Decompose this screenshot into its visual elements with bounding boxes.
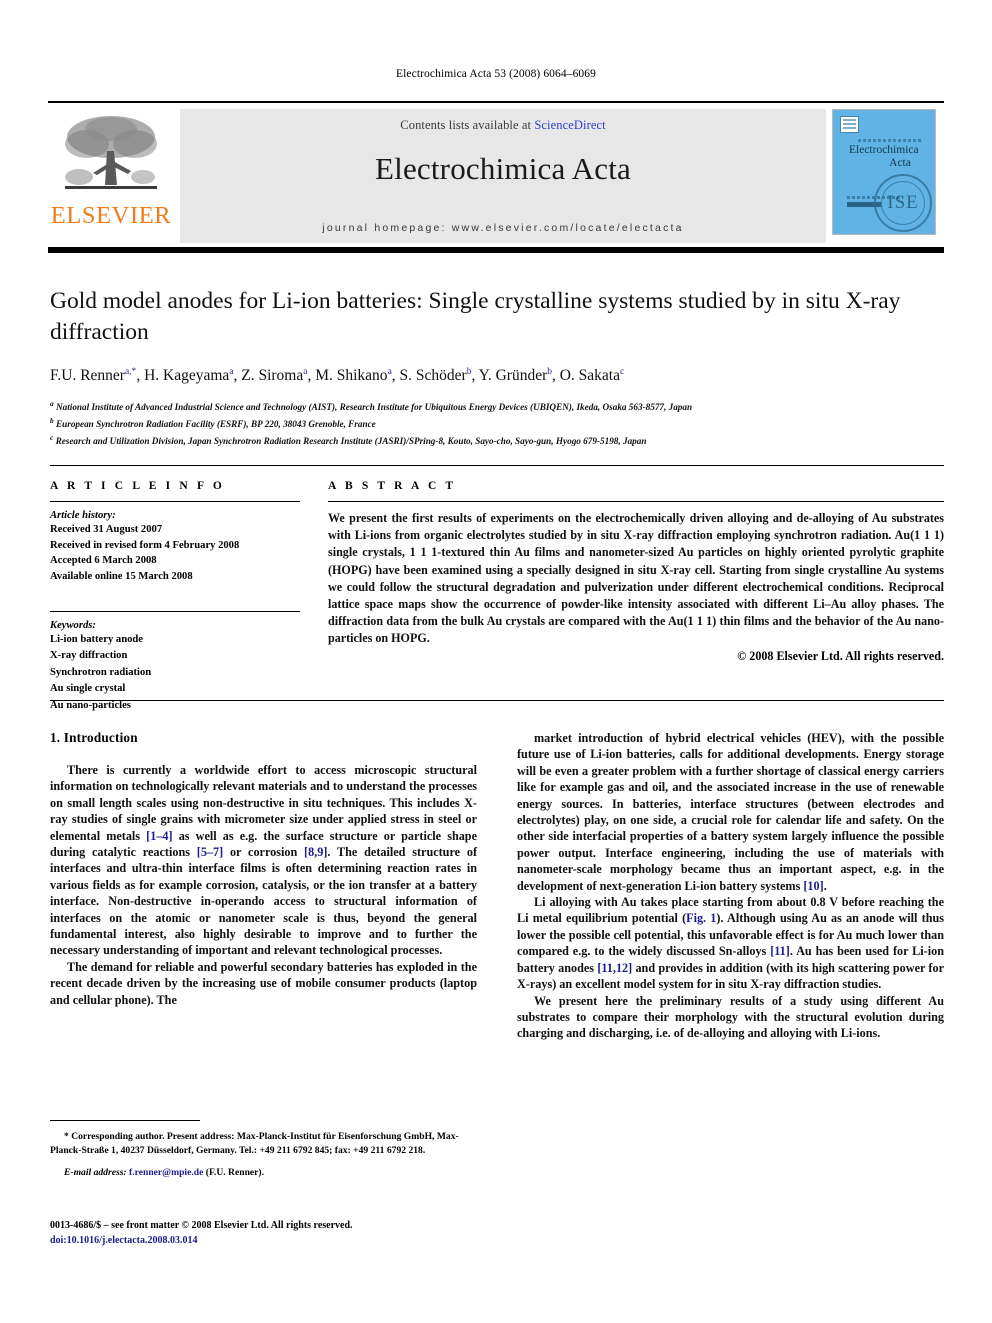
author-name: H. Kageyama xyxy=(144,367,230,385)
keyword-item: X-ray diffraction xyxy=(50,650,128,662)
abstract-column: A B S T R A C T We present the first res… xyxy=(328,480,944,714)
author-affiliation-marker: a,* xyxy=(124,367,137,378)
keyword-item: Synchrotron radiation xyxy=(50,666,152,678)
article-history-item: Available online 15 March 2008 xyxy=(50,571,193,583)
imprint-block: 0013-4686/$ – see front matter © 2008 El… xyxy=(50,1218,520,1248)
keywords-label: Keywords: xyxy=(50,619,96,631)
footnote-rule xyxy=(50,1120,200,1121)
journal-masthead: ELSEVIER Contents lists available at Sci… xyxy=(48,101,944,253)
journal-cover-image: Electrochimica Acta xyxy=(832,109,936,235)
article-info-heading: A R T I C L E I N F O xyxy=(50,480,225,492)
elsevier-tree-icon xyxy=(65,116,157,189)
author-affiliation-marker: c xyxy=(620,367,625,378)
keywords-rule xyxy=(50,610,300,612)
sciencedirect-link[interactable]: ScienceDirect xyxy=(534,118,605,132)
citation-link[interactable]: [5–7] xyxy=(197,845,223,859)
doi-line[interactable]: doi:10.1016/j.electacta.2008.03.014 xyxy=(50,1233,520,1248)
body-paragraph: There is currently a worldwide effort to… xyxy=(50,763,478,958)
affiliation-list: a National Institute of Advanced Industr… xyxy=(50,398,944,449)
journal-cover-block: Electrochimica Acta xyxy=(832,109,944,243)
author-affiliation-marker: a xyxy=(303,367,308,378)
section-heading-introduction: 1. Introduction xyxy=(50,730,138,745)
masthead-center-band: Contents lists available at ScienceDirec… xyxy=(180,109,826,243)
citation-link[interactable]: [11] xyxy=(770,944,790,958)
body-column-left: 1. Introduction There is currently a wor… xyxy=(50,730,477,1290)
affiliation-marker: b xyxy=(50,416,54,426)
cover-rule-decoration xyxy=(858,139,922,142)
citation-link[interactable]: [1–4] xyxy=(146,829,172,843)
journal-title: Electrochimica Acta xyxy=(375,151,631,186)
email-note: E-mail address: f.renner@mpie.de (F.U. R… xyxy=(50,1166,477,1180)
abstract-text: We present the first results of experime… xyxy=(328,511,944,646)
page-title: Gold model anodes for Li-ion batteries: … xyxy=(50,288,901,346)
author-name: Z. Siroma xyxy=(241,367,304,385)
contents-prefix: Contents lists available at xyxy=(400,118,535,132)
corresponding-author-note: * Corresponding author. Present address:… xyxy=(50,1131,459,1156)
abstract-rule xyxy=(328,501,944,502)
left-paragraphs: There is currently a worldwide effort to… xyxy=(50,762,477,1008)
author-affiliation-marker: a xyxy=(229,367,234,378)
cover-title-line2: Acta xyxy=(889,156,911,169)
body-column-right: market introduction of hybrid electrical… xyxy=(517,730,944,1290)
footnote-block: * Corresponding author. Present address:… xyxy=(50,1120,477,1189)
author-name: O. Sakata xyxy=(559,367,620,385)
article-info-rule xyxy=(50,501,300,502)
affiliation-line: c Research and Utilization Division, Jap… xyxy=(50,433,647,447)
elsevier-wordmark: ELSEVIER xyxy=(50,202,172,229)
affiliation-marker: a xyxy=(50,399,54,409)
citation-link[interactable]: [11,12] xyxy=(597,961,632,975)
keywords-lines: Li-ion battery anode X-ray diffraction Syn… xyxy=(50,632,300,715)
cover-title: Electrochimica Acta xyxy=(849,144,933,170)
article-history-label: Article history: xyxy=(50,510,116,521)
running-head: Electrochimica Acta 53 (2008) 6064–6069 xyxy=(396,68,596,80)
journal-homepage[interactable]: journal homepage: www.elsevier.com/locat… xyxy=(180,222,826,234)
author-affiliation-marker: b xyxy=(466,367,472,378)
info-abstract-block: A R T I C L E I N F O Article history: R… xyxy=(50,465,944,714)
body-paragraph: We present here the preliminary results … xyxy=(517,993,944,1041)
email-label: E-mail address: xyxy=(64,1166,127,1178)
keyword-item: Li-ion battery anode xyxy=(50,633,143,645)
keywords-block: Keywords: Li-ion battery anode X-ray diff… xyxy=(50,610,300,715)
figure-link[interactable]: Fig. 1 xyxy=(686,911,716,925)
author-affiliation-marker: b xyxy=(547,367,552,378)
author-name: M. Shikano xyxy=(315,367,388,385)
author-list: F.U. Rennera,*, H. Kageyamaa, Z. Siromaa… xyxy=(50,367,625,385)
elsevier-logo-block: ELSEVIER xyxy=(48,109,174,243)
masthead-bottom-rule xyxy=(48,247,944,253)
author-name: Y. Gründer xyxy=(478,367,548,385)
imprint-line: 0013-4686/$ – see front matter © 2008 El… xyxy=(50,1220,353,1231)
article-history-item: Accepted 6 March 2008 xyxy=(50,555,157,567)
abstract-heading: A B S T R A C T xyxy=(328,480,457,492)
citation-link[interactable]: [10] xyxy=(803,879,823,893)
ise-society-seal-icon xyxy=(874,174,932,232)
author-name: S. Schöder xyxy=(399,367,467,385)
affiliation-marker: c xyxy=(50,433,54,443)
author-name: F.U. Renner xyxy=(50,367,125,385)
title-area: Gold model anodes for Li-ion batteries: … xyxy=(50,286,944,449)
body-paragraph: market introduction of hybrid electrical… xyxy=(517,731,944,893)
article-info-column: A R T I C L E I N F O Article history: R… xyxy=(50,480,300,714)
affiliation-line: b European Synchrotron Radiation Facilit… xyxy=(50,416,376,430)
contents-available-line: Contents lists available at ScienceDirec… xyxy=(400,118,605,133)
cover-title-line1: Electrochimica xyxy=(849,144,919,156)
keyword-item: Au single crystal xyxy=(50,683,126,695)
email-suffix: (F.U. Renner). xyxy=(205,1166,265,1178)
citation-link[interactable]: [8,9] xyxy=(304,845,327,859)
cover-elsevier-icon xyxy=(840,116,859,133)
article-history-item: Received in revised form 4 February 2008 xyxy=(50,539,240,551)
email-link[interactable]: f.renner@mpie.de xyxy=(129,1167,203,1178)
paper-page: Electrochimica Acta 53 (2008) 6064–6069 xyxy=(0,0,992,1323)
article-history-item: Received 31 August 2007 xyxy=(50,524,163,535)
body-columns: 1. Introduction There is currently a wor… xyxy=(50,730,944,1290)
right-paragraphs: market introduction of hybrid electrical… xyxy=(517,730,944,1042)
abstract-copyright: © 2008 Elsevier Ltd. All rights reserved… xyxy=(737,649,944,664)
affiliation-line: a National Institute of Advanced Industr… xyxy=(50,399,693,413)
article-history-lines: Received 31 August 2007 Received in revis… xyxy=(50,522,300,585)
body-paragraph: Li alloying with Au takes place starting… xyxy=(517,895,945,992)
body-paragraph: The demand for reliable and powerful sec… xyxy=(50,959,477,1007)
abstract-bottom-rule xyxy=(50,700,944,701)
author-affiliation-marker: a xyxy=(387,367,392,378)
